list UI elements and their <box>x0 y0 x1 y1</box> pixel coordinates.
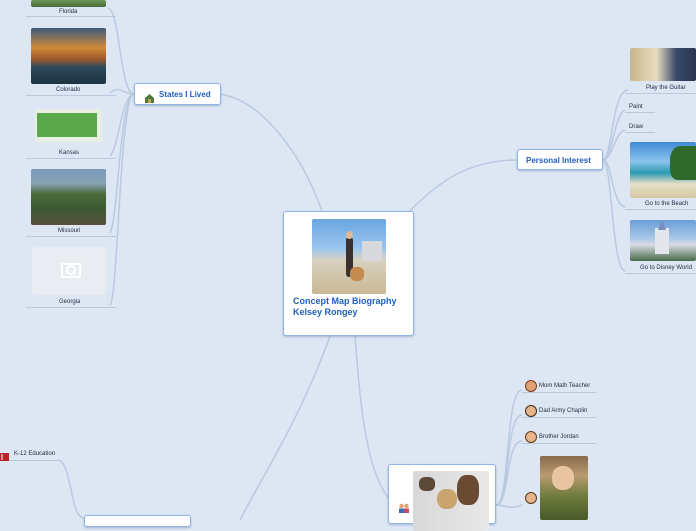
leaf-underline <box>625 209 696 210</box>
leaf-georgia[interactable]: Georgia <box>59 299 80 305</box>
missouri-photo <box>31 169 106 225</box>
leaf-paint[interactable]: Paint <box>629 104 643 110</box>
central-topic[interactable]: Concept Map Biography Kelsey Rongey <box>283 211 414 336</box>
kansas-map <box>35 109 102 142</box>
colorado-photo <box>31 28 106 84</box>
interests-topic[interactable]: Personal Interest <box>517 149 603 170</box>
florida-photo <box>31 0 106 7</box>
leaf-underline <box>522 443 596 444</box>
leaf-disney[interactable]: Go to Disney World <box>640 265 692 271</box>
leaf-underline <box>26 307 116 308</box>
education-topic[interactable] <box>84 515 191 527</box>
leaf-missouri[interactable]: Missouri <box>58 228 80 234</box>
states-label: States I Lived <box>159 90 211 99</box>
disney-photo <box>630 220 696 261</box>
leaf-brother[interactable]: Brother Jordan <box>539 434 579 440</box>
family-icon <box>398 500 410 513</box>
leaf-dad[interactable]: Dad Army Chaplin <box>539 408 587 414</box>
guitar-photo <box>630 48 696 81</box>
leaf-kansas[interactable]: Kansas <box>59 150 79 156</box>
leaf-k12[interactable]: K-12 Education <box>14 451 55 457</box>
central-title: Concept Map Biography Kelsey Rongey <box>293 296 397 317</box>
woman-icon <box>525 380 537 392</box>
leaf-underline <box>522 392 596 393</box>
leaf-underline <box>26 95 116 96</box>
image-placeholder-icon <box>32 247 106 295</box>
leaf-underline <box>26 16 116 17</box>
central-photo <box>312 219 386 294</box>
man-icon <box>525 405 537 417</box>
boy-icon <box>525 431 537 443</box>
family-photo <box>413 471 489 531</box>
leaf-florida[interactable]: Florida <box>59 9 77 15</box>
family-topic[interactable] <box>388 464 496 531</box>
leaf-underline <box>26 236 116 237</box>
leaf-draw[interactable]: Draw <box>629 124 643 130</box>
leaf-mom[interactable]: Mom Math Teacher <box>539 383 590 389</box>
book-icon <box>0 449 10 461</box>
beach-photo <box>630 142 696 198</box>
girl-icon <box>525 492 537 504</box>
interests-label: Personal Interest <box>526 156 591 165</box>
house-icon <box>144 90 155 103</box>
leaf-underline <box>625 93 696 94</box>
leaf-colorado[interactable]: Colorado <box>56 87 80 93</box>
leaf-underline <box>522 417 596 418</box>
leaf-underline <box>26 158 116 159</box>
leaf-underline <box>625 112 655 113</box>
states-topic[interactable]: States I Lived <box>134 83 221 105</box>
leaf-guitar[interactable]: Play the Guitar <box>646 85 686 91</box>
leaf-underline <box>625 132 655 133</box>
sister-photo <box>540 456 588 520</box>
leaf-beach[interactable]: Go to the Beach <box>645 201 688 207</box>
leaf-underline <box>625 273 696 274</box>
